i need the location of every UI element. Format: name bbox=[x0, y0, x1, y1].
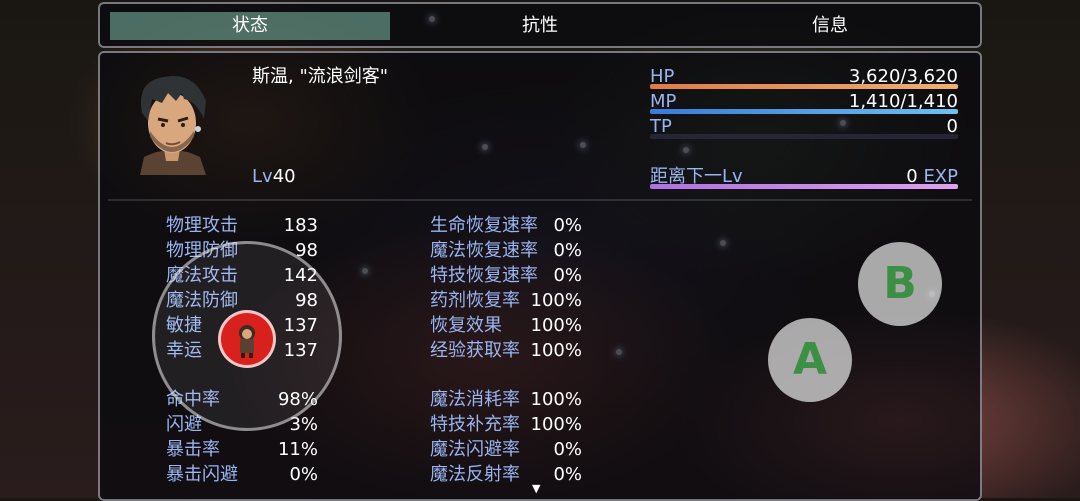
tab-status[interactable]: 状态 bbox=[110, 12, 390, 40]
param-label: 暴击闪避 bbox=[166, 464, 238, 485]
scroll-down-indicator[interactable]: ▼ bbox=[532, 483, 540, 495]
a-button-label: A bbox=[792, 334, 828, 385]
param-label: 闪避 bbox=[166, 414, 202, 435]
param-value: 0% bbox=[553, 439, 582, 460]
b-button-label: B bbox=[883, 258, 917, 309]
character-sprite-icon bbox=[239, 325, 255, 358]
tab-info-label: 信息 bbox=[812, 15, 848, 36]
param-value: 100% bbox=[530, 315, 582, 336]
param-label: 经验获取率 bbox=[430, 340, 520, 361]
param-value: 11% bbox=[277, 439, 318, 460]
hp-gauge-fill bbox=[650, 84, 958, 89]
actor-name-title: 斯温, "流浪剑客" bbox=[252, 66, 389, 87]
param-value: 0% bbox=[553, 265, 582, 286]
tab-resistance[interactable]: 抗性 bbox=[400, 12, 680, 40]
param-value: 0% bbox=[553, 215, 582, 236]
exp-gauge-fill bbox=[650, 184, 958, 189]
param-label: 魔法消耗率 bbox=[430, 389, 520, 410]
param-label: 特技补充率 bbox=[430, 414, 520, 435]
tab-info[interactable]: 信息 bbox=[690, 12, 970, 40]
tab-bar: 状态 抗性 信息 bbox=[98, 2, 982, 48]
param-label: 魔法反射率 bbox=[430, 464, 520, 485]
section-divider bbox=[108, 199, 972, 201]
param-label: 暴击率 bbox=[166, 439, 220, 460]
b-button[interactable]: B bbox=[858, 242, 942, 326]
param-label: 特技恢复速率 bbox=[430, 265, 538, 286]
tab-resistance-label: 抗性 bbox=[522, 15, 558, 36]
param-label: 恢复效果 bbox=[430, 315, 502, 336]
joystick-knob[interactable] bbox=[218, 310, 276, 368]
level-label: Lv bbox=[252, 166, 273, 187]
param-value: 100% bbox=[530, 414, 582, 435]
tp-gauge-track bbox=[650, 134, 958, 139]
param-label: 物理攻击 bbox=[166, 215, 238, 236]
actor-level: Lv40 bbox=[252, 166, 296, 188]
param-value: 100% bbox=[530, 389, 582, 410]
param-label: 药剂恢复率 bbox=[430, 290, 520, 311]
param-label: 生命恢复速率 bbox=[430, 215, 538, 236]
param-label: 魔法闪避率 bbox=[430, 439, 520, 460]
param-value: 0% bbox=[553, 240, 582, 261]
tab-status-label: 状态 bbox=[232, 15, 268, 36]
param-value: 100% bbox=[530, 290, 582, 311]
actor-portrait bbox=[122, 71, 222, 175]
param-value: 100% bbox=[530, 340, 582, 361]
virtual-joystick[interactable] bbox=[152, 241, 342, 431]
mp-gauge-fill bbox=[650, 109, 958, 114]
param-value: 0% bbox=[289, 464, 318, 485]
level-value: 40 bbox=[272, 166, 296, 187]
param-label: 魔法恢复速率 bbox=[430, 240, 538, 261]
param-value: 183 bbox=[283, 215, 318, 236]
a-button[interactable]: A bbox=[768, 318, 852, 402]
